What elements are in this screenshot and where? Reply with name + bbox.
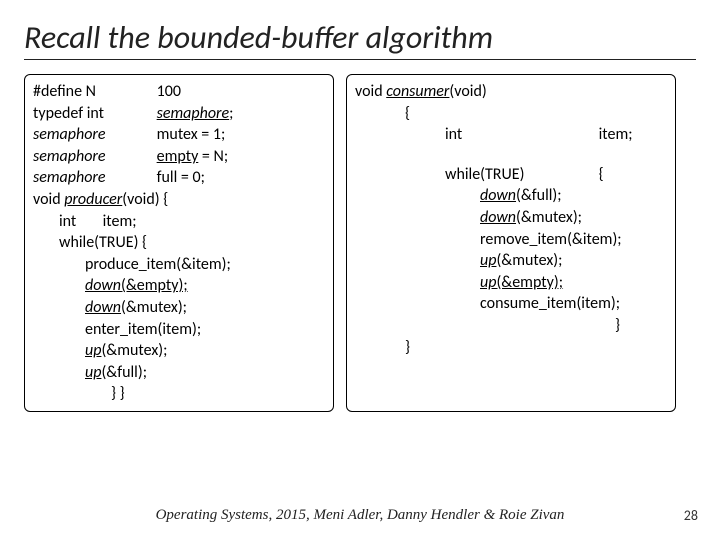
code-line: produce_item(&item); bbox=[33, 254, 325, 276]
consumer-code: void consumer(void) { int item; while(TR… bbox=[346, 74, 676, 412]
code-line: up(&mutex); bbox=[33, 340, 325, 362]
code-line: enter_item(item); bbox=[33, 319, 325, 341]
producer-code: #define N 100 typedef int semaphore; sem… bbox=[24, 74, 334, 412]
code-columns: #define N 100 typedef int semaphore; sem… bbox=[24, 74, 696, 412]
page-number: 28 bbox=[684, 507, 698, 524]
code-line: semaphore full = 0; bbox=[33, 167, 325, 189]
code-line: up(&empty); bbox=[355, 272, 667, 294]
tok: (&empty); bbox=[496, 273, 563, 292]
code-line: up(&full); bbox=[33, 362, 325, 384]
code-line: down(&mutex); bbox=[33, 297, 325, 319]
tok: down bbox=[85, 298, 121, 317]
code-line: } bbox=[355, 315, 667, 337]
code-line: } bbox=[355, 337, 667, 359]
tok: (&empty); bbox=[121, 276, 188, 295]
code-line: { bbox=[355, 103, 667, 125]
code-line: semaphore empty = N; bbox=[33, 146, 325, 168]
tok: #define N bbox=[33, 81, 153, 103]
tok: semaphore bbox=[33, 124, 153, 146]
code-line: } } bbox=[33, 383, 325, 405]
tok: int bbox=[59, 211, 99, 233]
tok: empty bbox=[157, 147, 199, 166]
code-line: consume_item(item); bbox=[355, 293, 667, 315]
tok: (&mutex); bbox=[101, 341, 167, 360]
code-line: semaphore mutex = 1; bbox=[33, 124, 325, 146]
code-line: while(TRUE) { bbox=[355, 164, 667, 186]
tok: 100 bbox=[157, 82, 181, 101]
tok: (&mutex); bbox=[516, 208, 582, 227]
tok: down bbox=[480, 208, 516, 227]
footer-credit: Operating Systems, 2015, Meni Adler, Dan… bbox=[0, 507, 720, 524]
tok: down bbox=[85, 276, 121, 295]
tok: void bbox=[355, 82, 386, 101]
tok: (void) { bbox=[122, 190, 168, 209]
tok: (&mutex); bbox=[121, 298, 187, 317]
code-line: while(TRUE) { bbox=[33, 232, 325, 254]
tok: full = 0; bbox=[157, 168, 205, 187]
code-line: void consumer(void) bbox=[355, 81, 667, 103]
tok: semaphore bbox=[157, 104, 230, 123]
tok: { bbox=[599, 165, 604, 184]
tok: semaphore bbox=[33, 146, 153, 168]
code-line: down(&empty); bbox=[33, 275, 325, 297]
code-line: typedef int semaphore; bbox=[33, 103, 325, 125]
slide-title: Recall the bounded-buffer algorithm bbox=[24, 18, 696, 60]
tok: int bbox=[445, 124, 595, 146]
tok: mutex = 1; bbox=[157, 125, 226, 144]
blank-line bbox=[355, 146, 667, 164]
tok: producer bbox=[64, 190, 122, 209]
tok: (&full); bbox=[101, 363, 147, 382]
tok: up bbox=[480, 251, 496, 270]
code-line: down(&full); bbox=[355, 185, 667, 207]
code-line: remove_item(&item); bbox=[355, 229, 667, 251]
tok: (&full); bbox=[516, 186, 562, 205]
tok: up bbox=[85, 341, 101, 360]
tok: item; bbox=[599, 125, 633, 144]
tok: item; bbox=[103, 212, 137, 231]
tok: = N; bbox=[198, 147, 228, 166]
tok: (&mutex); bbox=[496, 251, 562, 270]
tok: up bbox=[85, 363, 101, 382]
code-line: down(&mutex); bbox=[355, 207, 667, 229]
tok: while(TRUE) bbox=[445, 164, 595, 186]
code-line: int item; bbox=[33, 211, 325, 233]
tok: consumer bbox=[386, 82, 449, 101]
tok: typedef int bbox=[33, 103, 153, 125]
tok: ; bbox=[229, 104, 233, 123]
tok: up bbox=[480, 273, 496, 292]
tok: void bbox=[33, 190, 64, 209]
tok: semaphore bbox=[33, 167, 153, 189]
code-line: #define N 100 bbox=[33, 81, 325, 103]
code-line: void producer(void) { bbox=[33, 189, 325, 211]
tok: (void) bbox=[449, 82, 486, 101]
code-line: up(&mutex); bbox=[355, 250, 667, 272]
code-line: int item; bbox=[355, 124, 667, 146]
tok: down bbox=[480, 186, 516, 205]
